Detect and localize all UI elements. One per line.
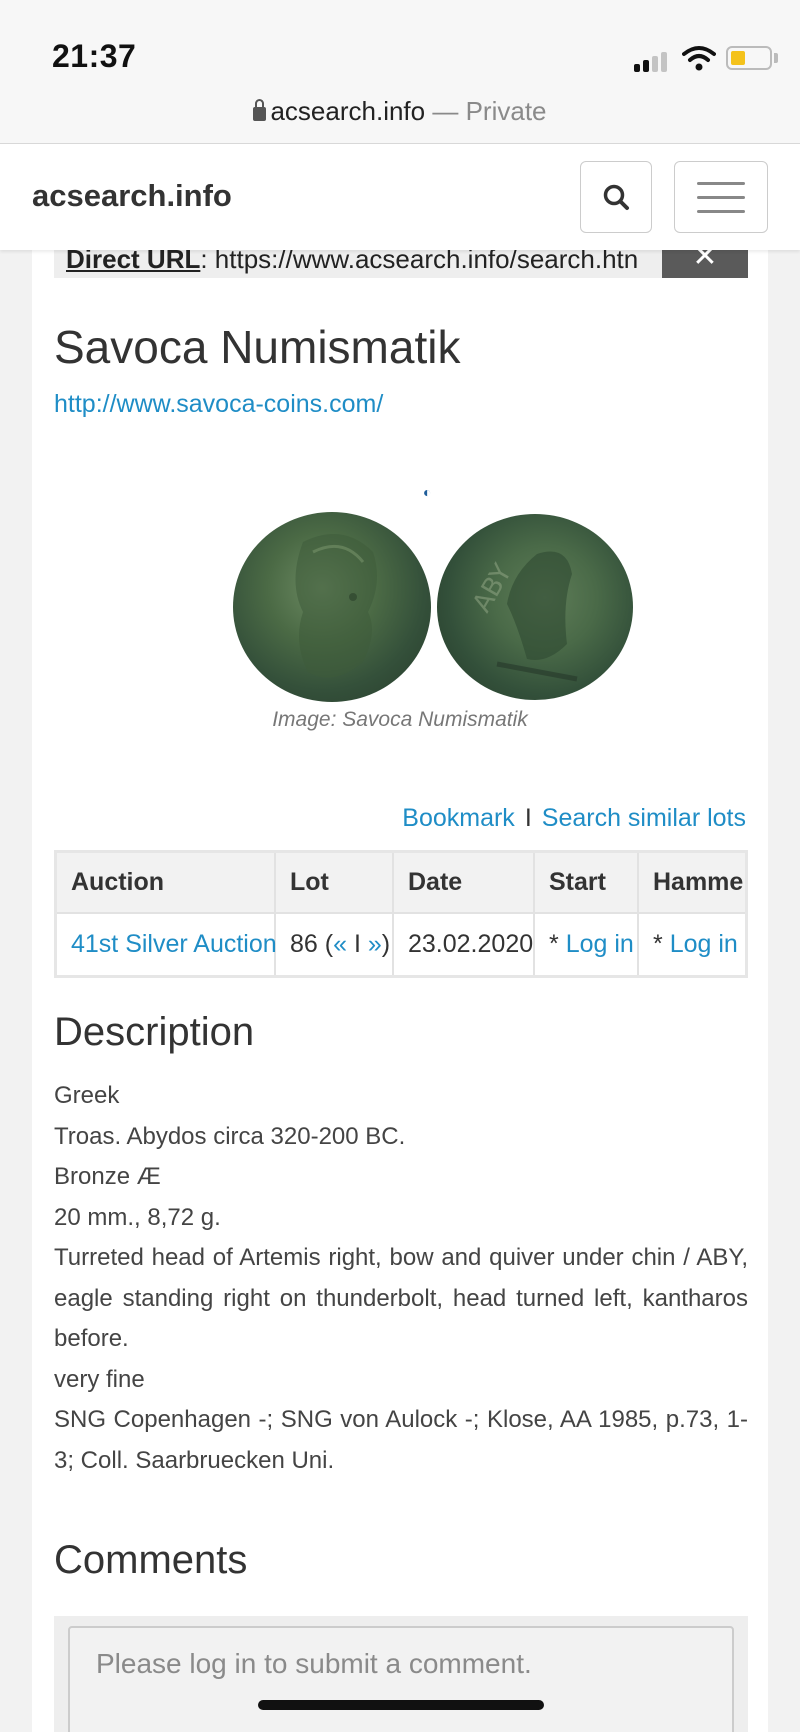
next-lot-link[interactable]: » bbox=[368, 930, 382, 958]
previous-lot-link[interactable]: « bbox=[333, 930, 347, 958]
url-domain: acsearch.info bbox=[270, 96, 426, 126]
coin-image[interactable]: ABY ◐ bbox=[197, 480, 633, 702]
comments-heading: Comments bbox=[54, 1538, 248, 1582]
description-line: Greek bbox=[54, 1082, 120, 1109]
wifi-icon bbox=[682, 46, 716, 71]
description-line: 20 mm., 8,72 g. bbox=[54, 1203, 221, 1231]
private-mode-label: — Private bbox=[432, 96, 547, 126]
direct-url-label: Direct URL bbox=[66, 250, 201, 274]
direct-url-value[interactable]: : https://www.acsearch.info/search.htn bbox=[200, 250, 638, 274]
signal-icon bbox=[634, 50, 670, 72]
column-header: Lot bbox=[275, 853, 394, 914]
menu-button[interactable] bbox=[674, 161, 768, 233]
battery-icon bbox=[726, 46, 772, 70]
description-line: very fine bbox=[54, 1365, 145, 1393]
column-header: Start bbox=[534, 853, 639, 914]
description-line: Turreted head of Artemis right, bow and … bbox=[54, 1244, 748, 1352]
site-header: acsearch.info bbox=[0, 144, 800, 250]
search-button[interactable] bbox=[580, 161, 652, 233]
lot-actions: Bookmark I Search similar lots bbox=[402, 804, 746, 833]
image-caption: Image: Savoca Numismatik bbox=[272, 708, 528, 731]
column-header: Hammer bbox=[638, 853, 745, 914]
auction-house-title: Savoca Numismatik bbox=[54, 321, 461, 373]
description-line: Bronze Æ bbox=[54, 1163, 161, 1190]
description-heading: Description bbox=[54, 1010, 255, 1054]
auction-house-link[interactable]: http://www.savoca-coins.com/ bbox=[54, 390, 383, 419]
auction-link[interactable]: 41st Silver Auction bbox=[71, 930, 277, 958]
browser-url-bar[interactable]: acsearch.info — Private bbox=[0, 92, 800, 144]
close-button[interactable]: ✕ bbox=[662, 250, 748, 278]
bookmark-link[interactable]: Bookmark bbox=[402, 804, 515, 832]
start-login-link[interactable]: Log in bbox=[566, 930, 634, 958]
coin-obverse bbox=[233, 512, 431, 702]
description-body: Greek Troas. Abydos circa 320-200 BC. Br… bbox=[54, 1076, 748, 1481]
home-indicator[interactable] bbox=[258, 1700, 544, 1710]
status-time: 21:37 bbox=[52, 38, 137, 74]
lot-nav-separator: I bbox=[353, 930, 361, 958]
actions-separator: I bbox=[524, 804, 532, 832]
coin-reverse: ABY bbox=[437, 514, 633, 700]
column-header: Date bbox=[393, 853, 535, 914]
direct-url-bar: Direct URL: https://www.acsearch.info/se… bbox=[54, 250, 748, 278]
status-bar: 21:37 bbox=[0, 0, 800, 92]
column-header: Auction bbox=[57, 853, 276, 914]
description-line: Troas. Abydos circa 320-200 BC. bbox=[54, 1122, 406, 1150]
lot-date: 23.02.2020 bbox=[393, 913, 535, 975]
comment-area: Please log in to submit a comment. bbox=[54, 1616, 748, 1732]
table-row: 41st Silver Auction 86 (« I ») 23.02.202… bbox=[57, 913, 745, 975]
lock-icon bbox=[253, 99, 267, 121]
description-line: SNG Copenhagen -; SNG von Aulock -; Klos… bbox=[54, 1406, 748, 1474]
search-similar-link[interactable]: Search similar lots bbox=[542, 804, 746, 832]
table-header-row: Auction Lot Date Start Hammer bbox=[57, 853, 745, 914]
content-panel: Direct URL: https://www.acsearch.info/se… bbox=[32, 250, 768, 1732]
lot-number: 86 bbox=[290, 930, 318, 958]
site-brand[interactable]: acsearch.info bbox=[32, 178, 232, 214]
watermark-logo: ◐ bbox=[423, 484, 432, 500]
search-icon bbox=[603, 184, 629, 210]
hammer-login-link[interactable]: Log in bbox=[670, 930, 738, 958]
lot-table: Auction Lot Date Start Hammer 41st Silve… bbox=[54, 850, 748, 978]
comment-input[interactable]: Please log in to submit a comment. bbox=[68, 1626, 734, 1732]
